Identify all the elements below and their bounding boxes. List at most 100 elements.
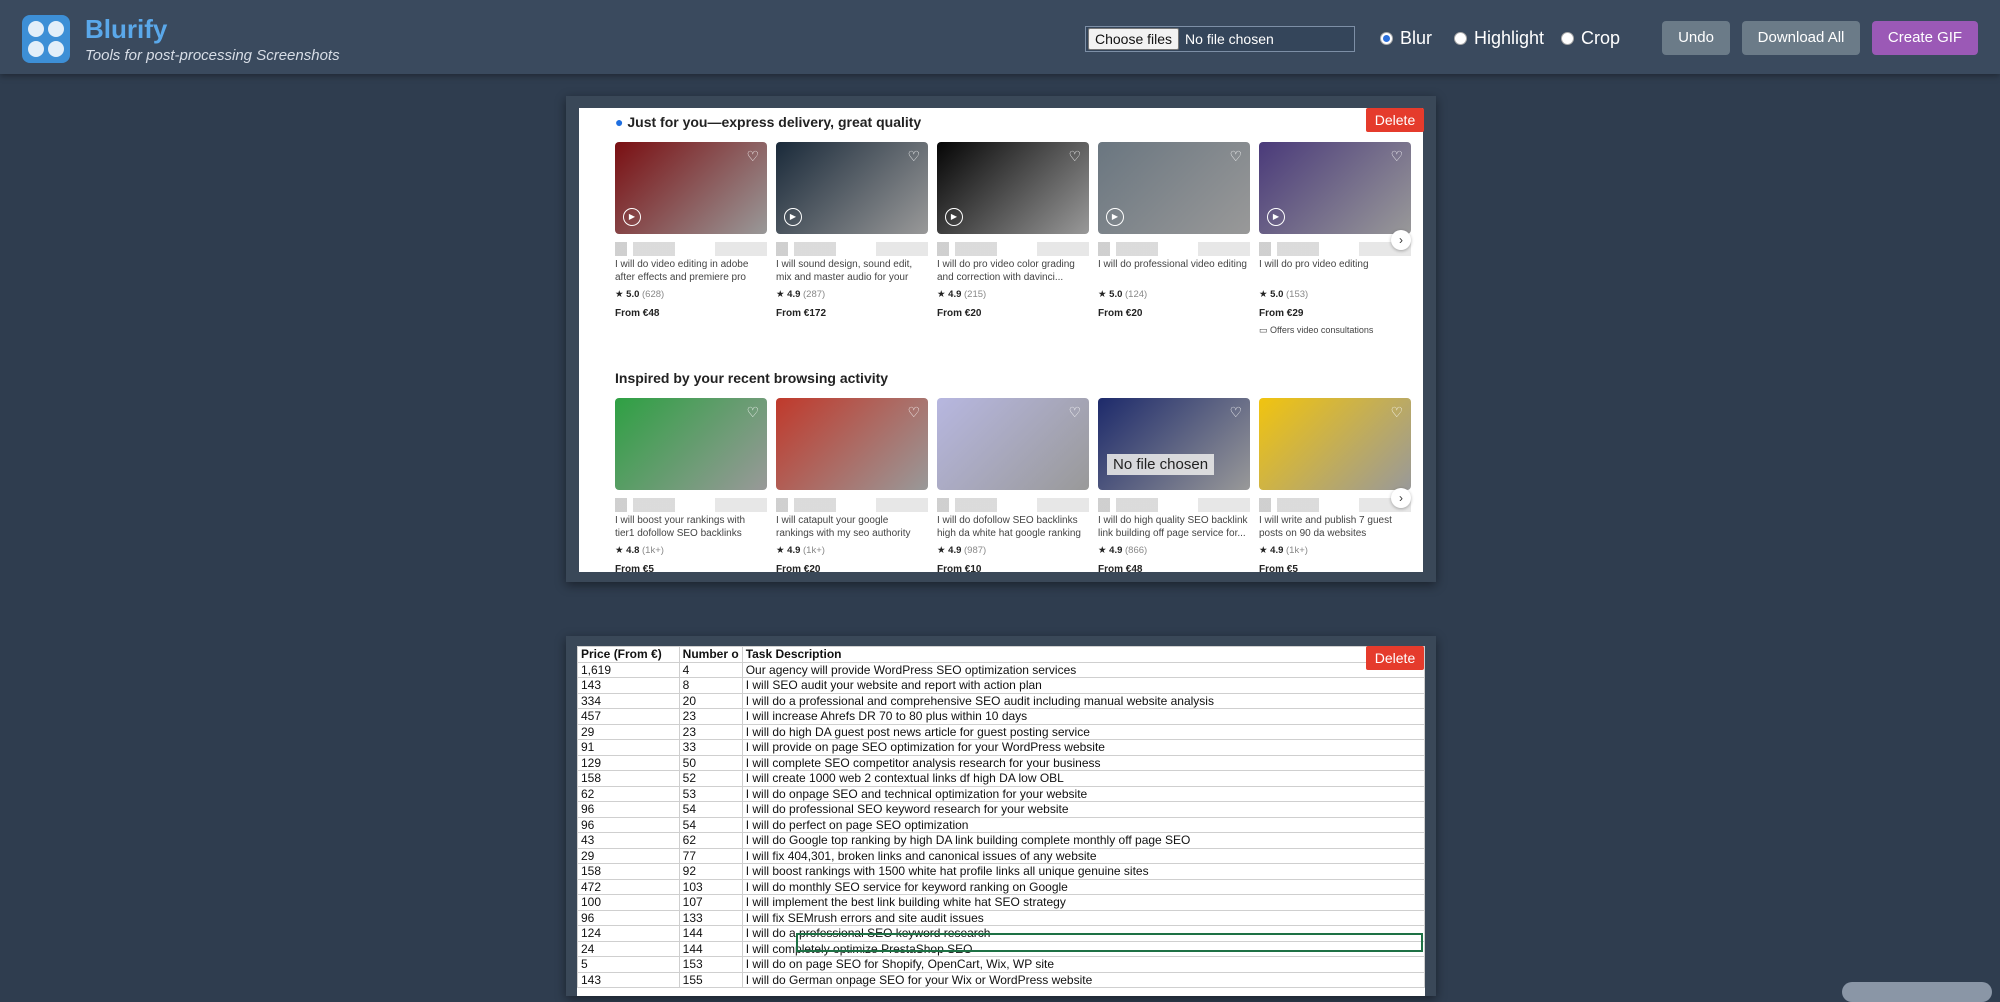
play-icon[interactable]: ▶: [623, 208, 641, 226]
table-cell[interactable]: 92: [678, 863, 743, 880]
table-cell[interactable]: 23: [678, 708, 743, 725]
table-cell[interactable]: I will SEO audit your website and report…: [741, 677, 1425, 694]
choose-files-button[interactable]: Choose files: [1088, 28, 1180, 50]
table-cell[interactable]: 4: [678, 661, 743, 678]
table-cell[interactable]: 144: [678, 925, 743, 942]
gig-title[interactable]: I will sound design, sound edit, mix and…: [776, 258, 928, 284]
table-cell[interactable]: 53: [678, 785, 743, 802]
gig-thumbnail[interactable]: ♡ ▶: [776, 142, 928, 234]
scroll-handle[interactable]: [1842, 982, 1992, 1002]
table-cell[interactable]: 334: [577, 692, 680, 709]
table-cell[interactable]: 23: [678, 723, 743, 740]
gig-thumbnail[interactable]: ♡ ▶: [937, 142, 1089, 234]
table-cell[interactable]: I will implement the best link building …: [741, 894, 1425, 911]
table-cell[interactable]: I will boost rankings with 1500 white ha…: [741, 863, 1425, 880]
gig-thumbnail[interactable]: ♡: [1098, 398, 1250, 490]
radio-unselected-icon[interactable]: [1454, 32, 1467, 45]
table-cell[interactable]: 457: [577, 708, 680, 725]
heart-icon[interactable]: ♡: [1068, 148, 1081, 165]
mode-blur-radio[interactable]: Blur: [1380, 28, 1432, 49]
table-cell[interactable]: 103: [678, 878, 743, 895]
table-cell[interactable]: I will do on page SEO for Shopify, OpenC…: [741, 956, 1425, 973]
gig-card[interactable]: ♡ ▶ I will sound design, sound edit, mix a…: [776, 142, 928, 319]
table-cell[interactable]: 43: [577, 832, 680, 849]
table-cell[interactable]: 24: [577, 940, 680, 957]
table-cell[interactable]: 144: [678, 940, 743, 957]
gig-thumbnail[interactable]: ♡ ▶: [1098, 142, 1250, 234]
screenshot-canvas-2[interactable]: Price (From €) Number o Task Description…: [577, 646, 1425, 996]
table-cell[interactable]: 8: [678, 677, 743, 694]
gig-title[interactable]: I will catapult your google rankings wit…: [776, 514, 928, 540]
table-cell[interactable]: 52: [678, 770, 743, 787]
play-icon[interactable]: ▶: [945, 208, 963, 226]
mode-highlight-radio[interactable]: Highlight: [1454, 28, 1544, 49]
table-cell[interactable]: 96: [577, 801, 680, 818]
table-cell[interactable]: 472: [577, 878, 680, 895]
heart-icon[interactable]: ♡: [907, 404, 920, 421]
table-cell[interactable]: 143: [577, 971, 680, 988]
play-icon[interactable]: ▶: [1106, 208, 1124, 226]
radio-selected-icon[interactable]: [1380, 32, 1393, 45]
table-cell[interactable]: I will do professional SEO keyword resea…: [741, 801, 1425, 818]
table-cell[interactable]: 29: [577, 847, 680, 864]
table-cell[interactable]: I will fix SEMrush errors and site audit…: [741, 909, 1425, 926]
delete-button[interactable]: Delete: [1366, 646, 1424, 670]
table-cell[interactable]: 62: [678, 832, 743, 849]
table-cell[interactable]: 155: [678, 971, 743, 988]
gig-card[interactable]: ♡ I will do high quality SEO backlink lin…: [1098, 398, 1250, 572]
table-cell[interactable]: 143: [577, 677, 680, 694]
gig-title[interactable]: I will do pro video color grading and co…: [937, 258, 1089, 284]
carousel-next-icon[interactable]: ›: [1391, 488, 1411, 508]
heart-icon[interactable]: ♡: [1229, 404, 1242, 421]
table-cell[interactable]: I will do a professional and comprehensi…: [741, 692, 1425, 709]
table-cell[interactable]: 1,619: [577, 661, 680, 678]
undo-button[interactable]: Undo: [1662, 21, 1730, 55]
carousel-next-icon[interactable]: ›: [1391, 230, 1411, 250]
play-icon[interactable]: ▶: [1267, 208, 1285, 226]
gig-thumbnail[interactable]: ♡ ▶: [1259, 142, 1411, 234]
table-cell[interactable]: 29: [577, 723, 680, 740]
gig-card[interactable]: ♡ I will boost your rankings with tier1 d…: [615, 398, 767, 572]
table-cell[interactable]: I will do high DA guest post news articl…: [741, 723, 1425, 740]
gig-thumbnail[interactable]: ♡: [776, 398, 928, 490]
heart-icon[interactable]: ♡: [907, 148, 920, 165]
file-input[interactable]: Choose files No file chosen: [1085, 26, 1355, 52]
table-cell[interactable]: 20: [678, 692, 743, 709]
table-cell[interactable]: Our agency will provide WordPress SEO op…: [741, 661, 1425, 678]
heart-icon[interactable]: ♡: [1068, 404, 1081, 421]
gig-title[interactable]: I will do video editing in adobe after e…: [615, 258, 767, 284]
heart-icon[interactable]: ♡: [746, 404, 759, 421]
gig-title[interactable]: I will do professional video editing: [1098, 258, 1250, 284]
create-gif-button[interactable]: Create GIF: [1872, 21, 1978, 55]
gig-thumbnail[interactable]: ♡: [1259, 398, 1411, 490]
table-cell[interactable]: I will complete SEO competitor analysis …: [741, 754, 1425, 771]
gig-card[interactable]: ♡ ▶ I will do professional video editing ★ …: [1098, 142, 1250, 319]
table-cell[interactable]: 96: [577, 909, 680, 926]
gig-title[interactable]: I will do pro video editing: [1259, 258, 1411, 284]
table-cell[interactable]: 153: [678, 956, 743, 973]
gig-title[interactable]: I will do high quality SEO backlink link…: [1098, 514, 1250, 540]
gig-thumbnail[interactable]: ♡: [615, 398, 767, 490]
gig-title[interactable]: I will write and publish 7 guest posts o…: [1259, 514, 1411, 540]
table-cell[interactable]: 107: [678, 894, 743, 911]
table-cell[interactable]: I will do monthly SEO service for keywor…: [741, 878, 1425, 895]
table-cell[interactable]: I will fix 404,301, broken links and can…: [741, 847, 1425, 864]
table-cell[interactable]: I will do German onpage SEO for your Wix…: [741, 971, 1425, 988]
table-cell[interactable]: 133: [678, 909, 743, 926]
heart-icon[interactable]: ♡: [1390, 404, 1403, 421]
table-cell[interactable]: 33: [678, 739, 743, 756]
gig-title[interactable]: I will boost your rankings with tier1 do…: [615, 514, 767, 540]
table-cell[interactable]: I will create 1000 web 2 contextual link…: [741, 770, 1425, 787]
gig-card[interactable]: ♡ I will do dofollow SEO backlinks high d…: [937, 398, 1089, 572]
gig-thumbnail[interactable]: ♡: [937, 398, 1089, 490]
table-cell[interactable]: 5: [577, 956, 680, 973]
table-cell[interactable]: 77: [678, 847, 743, 864]
gig-card[interactable]: ♡ I will catapult your google rankings wi…: [776, 398, 928, 572]
gig-title[interactable]: I will do dofollow SEO backlinks high da…: [937, 514, 1089, 540]
table-cell[interactable]: 54: [678, 816, 743, 833]
table-cell[interactable]: 91: [577, 739, 680, 756]
heart-icon[interactable]: ♡: [746, 148, 759, 165]
delete-button[interactable]: Delete: [1366, 108, 1424, 132]
gig-thumbnail[interactable]: ♡ ▶: [615, 142, 767, 234]
play-icon[interactable]: ▶: [784, 208, 802, 226]
